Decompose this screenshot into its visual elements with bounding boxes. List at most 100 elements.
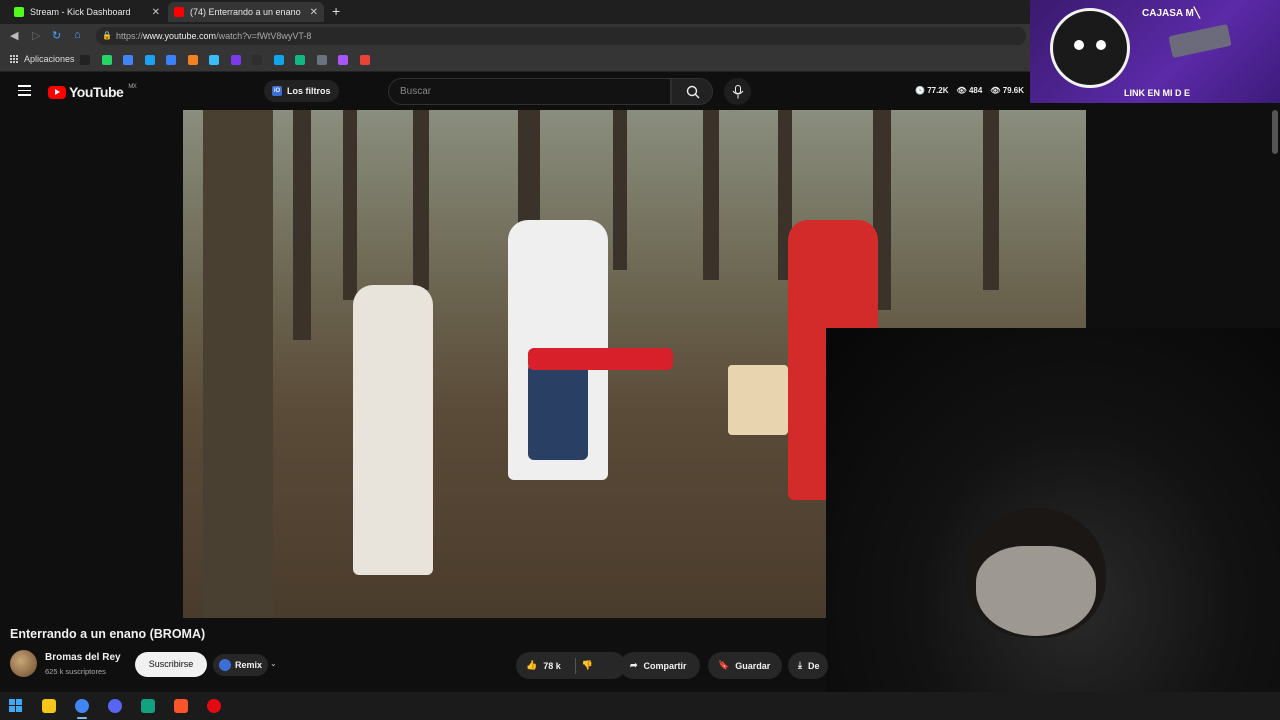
- tab-youtube-video[interactable]: (74) Enterrando a un enano ✕: [168, 2, 324, 22]
- search-input[interactable]: Buscar: [388, 78, 671, 105]
- chevron-down-icon[interactable]: ⌄: [270, 659, 277, 668]
- like-count[interactable]: 78 k: [543, 661, 561, 671]
- bookmark-icon[interactable]: [209, 55, 219, 65]
- mascot-image: [1050, 8, 1130, 88]
- search-button[interactable]: [671, 78, 713, 105]
- forward-icon[interactable]: ▷: [32, 29, 40, 42]
- stat-value: 484: [968, 86, 983, 95]
- tree-trunk: [293, 110, 311, 340]
- bookmark-icon[interactable]: [101, 55, 112, 65]
- kick-icon: [14, 7, 24, 17]
- chatgpt-icon[interactable]: [141, 699, 155, 713]
- stat-value: 77.2K: [927, 86, 949, 95]
- file-explorer-icon[interactable]: [42, 699, 56, 713]
- close-tab-icon[interactable]: ✕: [310, 7, 318, 18]
- tree-trunk: [413, 110, 429, 290]
- browser-tab-bar: Stream - Kick Dashboard ✕ (74) Enterrand…: [0, 0, 1030, 24]
- save-button[interactable]: 🔖 Guardar: [708, 652, 782, 679]
- bookmark-icon[interactable]: [144, 55, 155, 65]
- webcam-feed: [826, 328, 1280, 720]
- brave-icon[interactable]: [174, 699, 188, 713]
- youtube-app-icon[interactable]: [207, 699, 221, 713]
- like-dislike-group: 👍 78 k 👎: [516, 652, 626, 679]
- microphone-icon: [732, 84, 743, 98]
- youtube-logo[interactable]: YouTube MX: [48, 84, 137, 100]
- tree-trunk: [703, 110, 719, 280]
- remix-label: Remix: [235, 660, 263, 670]
- apps-grid-icon: [10, 55, 18, 63]
- bookmark-icon[interactable]: [166, 55, 176, 65]
- youtube-play-icon: [48, 85, 66, 99]
- url-field[interactable]: 🔒 https://www.youtube.com/watch?v=fWtV8w…: [96, 27, 1026, 45]
- remix-button[interactable]: Remix: [213, 654, 269, 676]
- tree-trunk: [203, 110, 273, 618]
- home-icon[interactable]: ⌂: [74, 29, 81, 41]
- bookmark-icon[interactable]: [338, 55, 348, 65]
- lock-icon: 🔒: [102, 31, 112, 40]
- share-icon: ➦: [630, 660, 638, 670]
- page-scrollbar[interactable]: [1272, 110, 1278, 154]
- download-icon: ⤓: [798, 660, 802, 670]
- tab-kick-dashboard[interactable]: Stream - Kick Dashboard ✕: [8, 2, 166, 22]
- menu-icon[interactable]: [18, 85, 31, 99]
- tree-trunk: [613, 110, 627, 270]
- url-prefix: https://: [116, 31, 144, 41]
- subscribe-button[interactable]: Suscribirse: [135, 652, 207, 677]
- overlay-bottom-text: LINK EN MI D E: [1124, 88, 1191, 98]
- bookmark-icon[interactable]: [123, 55, 133, 65]
- voice-search-button[interactable]: [724, 78, 751, 105]
- youtube-icon: [174, 7, 184, 17]
- channel-name[interactable]: Bromas del Rey: [45, 652, 121, 663]
- reload-icon[interactable]: ↻: [52, 29, 61, 42]
- stream-overlay-banner: CAJASA M╲ LINK EN MI D E: [1030, 0, 1280, 103]
- logo-text: YouTube: [69, 84, 124, 100]
- share-label: Compartir: [643, 660, 687, 671]
- region-code: MX: [128, 84, 137, 90]
- url-domain: www.youtube.com: [143, 31, 217, 41]
- share-button[interactable]: ➦ Compartir: [620, 652, 700, 679]
- url-path: /watch?v=fWtV8wyVT-8: [216, 31, 312, 41]
- person-left: [353, 285, 433, 575]
- views-stat: 👁 79.6K: [990, 86, 1025, 95]
- tab-label: Stream - Kick Dashboard: [30, 7, 131, 17]
- video-title: Enterrando a un enano (BROMA): [10, 627, 206, 641]
- chrome-icon[interactable]: [75, 699, 89, 713]
- bookmark-icon[interactable]: [295, 55, 305, 65]
- discord-icon[interactable]: [108, 699, 122, 713]
- device-image: [1168, 24, 1232, 58]
- apps-bookmark[interactable]: Aplicaciones: [10, 54, 75, 64]
- clock-stat: 🕓 77.2K: [915, 86, 949, 95]
- like-icon[interactable]: 👍: [526, 660, 537, 671]
- bookmark-icon[interactable]: [230, 55, 241, 65]
- back-icon[interactable]: ◀: [10, 29, 18, 42]
- channel-avatar[interactable]: [10, 650, 37, 677]
- tree-trunk: [343, 110, 357, 300]
- youtube-header: YouTube MX iO Los filtros Buscar 🕓 77.2K…: [0, 73, 1030, 110]
- overlay-top-text: CAJASA M╲: [1142, 8, 1200, 19]
- filters-button[interactable]: iO Los filtros: [264, 80, 339, 102]
- active-indicator: [77, 717, 87, 719]
- dislike-icon[interactable]: 👎: [582, 660, 593, 671]
- mascot-eye: [1074, 40, 1084, 50]
- chainsaw: [528, 348, 673, 370]
- bookmark-icon: 🔖: [718, 660, 730, 670]
- download-label: De: [807, 660, 820, 671]
- new-tab-icon[interactable]: +: [332, 3, 340, 19]
- stream-stats: 🕓 77.2K 👁 484 👁 79.6K: [915, 86, 1024, 95]
- remix-icon: [219, 659, 231, 671]
- download-button[interactable]: ⤓ De: [788, 652, 828, 679]
- bookmark-icon[interactable]: [187, 55, 198, 65]
- wooden-box: [728, 365, 788, 435]
- apps-label: Aplicaciones: [24, 54, 75, 64]
- bookmark-icon[interactable]: [273, 55, 284, 65]
- bookmark-icon[interactable]: [80, 55, 90, 65]
- bookmark-icon[interactable]: [359, 55, 370, 65]
- stat-value: 79.6K: [1002, 86, 1025, 95]
- bookmark-icon[interactable]: [316, 55, 327, 65]
- bookmark-icon[interactable]: [252, 55, 262, 65]
- tab-label: (74) Enterrando a un enano: [190, 7, 301, 17]
- divider: [574, 657, 576, 674]
- close-tab-icon[interactable]: ✕: [152, 7, 160, 18]
- subscriber-count: 625 k suscriptores: [45, 667, 106, 676]
- windows-start-icon[interactable]: [9, 699, 23, 713]
